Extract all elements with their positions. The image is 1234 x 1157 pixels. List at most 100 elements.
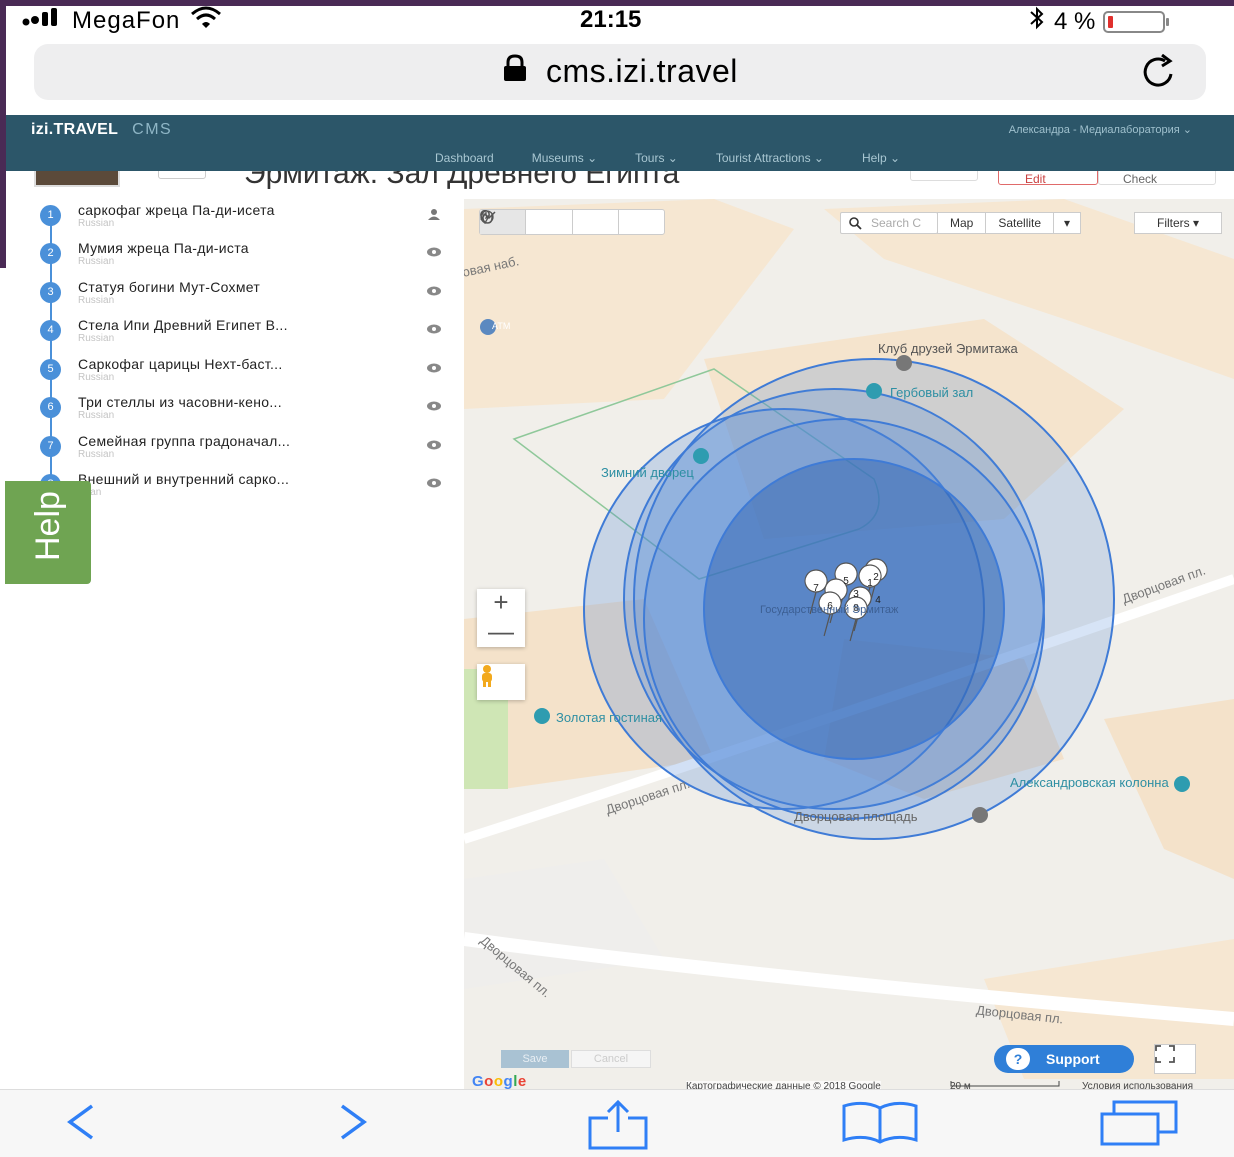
terms-link[interactable]: Условия использования [1082,1081,1193,1089]
item-language: Russian [78,256,115,267]
item-title: Внешний и внутренний сарко... [78,471,290,487]
item-title: Мумия жреца Па-ди-иста [78,240,249,256]
item-language: Russian [78,410,115,421]
page-title: Эрмитаж. Зал Древнего Египта [244,171,680,190]
map-canvas: 2 1 5 7 3 4 6 8 [464,199,1234,1079]
route-icon[interactable] [480,210,573,234]
poi-label-club: Клуб друзей Эрмитажа [878,341,1018,356]
filters-button[interactable]: Filters ▾ [1134,212,1222,234]
compass-icon[interactable] [480,210,664,234]
battery-icon [1103,10,1170,33]
support-button[interactable]: ? Support [994,1045,1134,1073]
forward-icon[interactable] [336,1100,370,1149]
help-tab[interactable]: Help [5,481,91,584]
item-number: 4 [40,320,61,341]
list-item[interactable]: 4 Стела Ипи Древний Египет В... Russian [6,317,464,355]
map-search-input[interactable]: Search C [840,212,938,234]
eye-icon[interactable] [426,245,442,263]
share-icon[interactable] [586,1099,650,1155]
exhibit-list: 1 саркофаг жреца Па-ди-исета Russian 2 М… [6,199,464,1089]
help-label: Help [29,491,67,561]
clock: 21:15 [580,6,642,33]
nav-tours[interactable]: Tours ⌄ [635,151,678,165]
pin-icon[interactable] [480,210,619,234]
wifi-icon [190,6,222,35]
eye-icon[interactable] [426,322,442,340]
map[interactable]: 2 1 5 7 3 4 6 8 овая наб. ATM Клуб друзе… [464,199,1234,1089]
back-icon[interactable] [64,1100,98,1149]
signal-icon [22,7,62,35]
item-title: саркофаг жреца Па-ди-исета [78,202,275,218]
carrier-name: MegaFon [72,6,181,34]
url-text: cms.izi.travel [546,53,738,89]
list-item[interactable]: 7 Семейная группа градоначал... Russian [6,433,464,471]
edit-button[interactable]: Edit [998,171,1098,186]
map-attribution: Картографические данные © 2018 Google [686,1081,881,1089]
support-label: Support [1046,1051,1100,1067]
menu-button[interactable] [158,171,206,179]
svg-text:7: 7 [813,583,819,594]
item-number: 3 [40,282,61,303]
poi-label-winter-palace: Зимний дворец [601,465,694,480]
map-type-satellite[interactable]: Satellite [986,213,1055,233]
user-menu[interactable]: Александра - Медиалаборатория ⌄ [1009,123,1192,136]
reload-icon[interactable] [1140,53,1180,95]
nav-dashboard[interactable]: Dashboard [435,151,494,165]
zoom-out-button[interactable]: — [477,618,525,647]
bluetooth-icon [1028,6,1046,37]
list-item[interactable]: 5 Саркофаг царицы Нехт-баст... Russian [6,356,464,394]
list-item[interactable]: 6 Три стеллы из часовни-кено... Russian [6,394,464,432]
url-bar[interactable]: cms.izi.travel [34,44,1206,100]
museum-thumbnail [34,171,120,187]
user-icon[interactable] [426,207,442,225]
nav-help[interactable]: Help ⌄ [862,151,900,165]
zoom-in-button[interactable]: + [477,589,525,618]
item-language: Russian [78,372,115,383]
svg-text:5: 5 [843,576,849,587]
nav-tourist-attractions[interactable]: Tourist Attractions ⌄ [716,151,824,165]
tabs-icon[interactable] [1100,1100,1178,1151]
settings-button[interactable] [910,171,978,181]
eye-icon[interactable] [426,284,442,302]
poi-label-herb-hall: Гербовый зал [890,385,974,400]
eye-icon[interactable] [426,399,442,417]
fullscreen-icon[interactable] [1154,1044,1196,1074]
save-button[interactable]: Save [501,1050,569,1068]
item-number: 7 [40,436,61,457]
item-language: Russian [78,333,115,344]
item-title: Семейная группа градоначал... [78,433,291,449]
map-type-map[interactable]: Map [938,213,987,233]
cms-header: izi.TRAVEL CMS Александра - Медиалаборато… [6,115,1234,171]
list-item[interactable]: 3 Статуя богини Мут-Сохмет Russian [6,279,464,317]
svg-text:2: 2 [873,572,879,583]
izi-logo[interactable]: izi.TRAVEL CMS [31,121,172,139]
eye-icon[interactable] [426,361,442,379]
list-item[interactable]: 1 саркофаг жреца Па-ди-исета Russian [6,202,464,240]
eye-icon[interactable] [426,476,442,494]
page-title-strip: Эрмитаж. Зал Древнего Египта Edit Check [6,171,1234,199]
status-bar: MegaFon 21:15 4 % cms.izi.travel [0,0,1234,110]
map-tool-group [479,209,665,235]
item-title: Саркофаг царицы Нехт-баст... [78,356,283,372]
bookmarks-icon[interactable] [842,1100,918,1149]
browser-toolbar [0,1089,1234,1157]
list-item[interactable]: 2 Мумия жреца Па-ди-иста Russian [6,240,464,278]
item-title: Статуя богини Мут-Сохмет [78,279,261,295]
map-type-dropdown[interactable]: ▾ [1054,213,1080,233]
nav-museums[interactable]: Museums ⌄ [532,151,597,165]
google-logo: Google [472,1073,527,1089]
item-language: Russian [78,218,115,229]
item-language: Russian [78,449,115,460]
item-language: Russian [78,295,115,306]
carrier-area: MegaFon [22,6,222,35]
cancel-button[interactable]: Cancel [571,1050,651,1068]
eye-icon[interactable] [426,438,442,456]
check-button[interactable]: Check [1098,171,1216,186]
poi-label-alexander-column: Александровская колонна [1010,775,1169,790]
poi-label-palace-square: Дворцовая площадь [794,809,918,824]
poi-label-golden-room: Золотая гостиная [556,710,663,725]
svg-text:1: 1 [867,578,873,589]
pegman-icon[interactable] [477,664,525,700]
item-title: Стела Ипи Древний Египет В... [78,317,288,333]
battery-percent: 4 % [1054,7,1096,35]
